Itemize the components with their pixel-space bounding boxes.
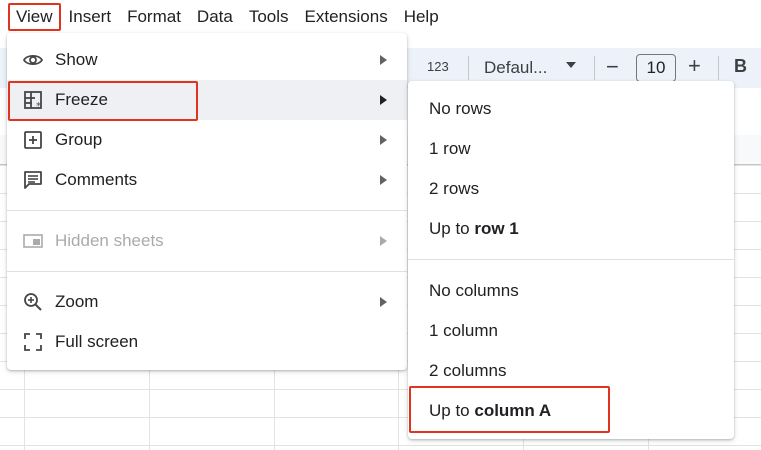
- menu-item-label: Show: [55, 50, 98, 69]
- svg-text:*: *: [36, 101, 41, 111]
- menu-item-label: 2 columns: [429, 361, 507, 380]
- menu-bar: View Insert Format Data Tools Extensions…: [0, 0, 761, 34]
- freeze-no-rows[interactable]: No rows: [408, 89, 734, 129]
- menu-item-label: Group: [55, 130, 103, 149]
- menu-divider: [7, 271, 407, 272]
- fullscreen-icon: [22, 331, 44, 353]
- freeze-1-row[interactable]: 1 row: [408, 129, 734, 169]
- menu-item-label: 2 rows: [429, 179, 480, 198]
- menu-divider: [408, 259, 734, 260]
- menu-item-label: 1 row: [429, 139, 471, 158]
- number-format-button[interactable]: 123: [427, 59, 449, 74]
- view-menu: Show * Freeze Group Comments Hidden shee…: [7, 33, 407, 370]
- chevron-right-icon: [380, 55, 387, 65]
- menu-item-show[interactable]: Show: [7, 40, 407, 80]
- menu-view[interactable]: View: [8, 3, 61, 31]
- menu-item-label: Comments: [55, 170, 138, 189]
- freeze-up-to-row[interactable]: Up to row 1: [408, 209, 734, 249]
- decrease-font-size-button[interactable]: −: [606, 54, 619, 80]
- increase-font-size-button[interactable]: +: [688, 53, 701, 79]
- freeze-1-column[interactable]: 1 column: [408, 311, 734, 351]
- menu-divider: [7, 210, 407, 211]
- zoom-in-icon: [22, 291, 44, 313]
- font-size-input[interactable]: 10: [636, 54, 676, 82]
- menu-item-label: 1 column: [429, 321, 498, 340]
- menu-item-zoom[interactable]: Zoom: [7, 282, 407, 322]
- menu-item-freeze[interactable]: * Freeze: [7, 80, 407, 120]
- chevron-right-icon: [380, 95, 387, 105]
- plus-box-icon: [22, 129, 44, 151]
- menu-item-label: Freeze: [55, 90, 108, 109]
- menu-item-comments[interactable]: Comments: [7, 160, 407, 200]
- freeze-2-columns[interactable]: 2 columns: [408, 351, 734, 391]
- font-select[interactable]: Defaul...: [484, 58, 547, 78]
- eye-icon: [22, 49, 44, 71]
- chevron-right-icon: [380, 135, 387, 145]
- menu-extensions[interactable]: Extensions: [297, 3, 396, 31]
- bold-button[interactable]: B: [734, 56, 747, 77]
- menu-item-full-screen[interactable]: Full screen: [7, 322, 407, 362]
- comment-icon: [22, 169, 44, 191]
- menu-item-label: No rows: [429, 99, 492, 118]
- menu-item-label: Up to column A: [429, 401, 552, 420]
- menu-item-group[interactable]: Group: [7, 120, 407, 160]
- menu-help[interactable]: Help: [396, 3, 447, 31]
- menu-item-hidden-sheets: Hidden sheets: [7, 221, 407, 261]
- toolbar-divider: [594, 56, 595, 80]
- menu-item-label: Full screen: [55, 332, 139, 351]
- toolbar-divider: [468, 56, 469, 80]
- menu-item-label: Zoom: [55, 292, 99, 311]
- freeze-grid-icon: *: [22, 89, 44, 111]
- chevron-right-icon: [380, 297, 387, 307]
- freeze-submenu: No rows 1 row 2 rows Up to row 1 No colu…: [408, 81, 734, 439]
- freeze-no-columns[interactable]: No columns: [408, 271, 734, 311]
- menu-tools[interactable]: Tools: [241, 3, 297, 31]
- menu-item-label: Hidden sheets: [55, 231, 164, 250]
- hidden-sheet-icon: [22, 230, 44, 252]
- menu-item-label: Up to row 1: [429, 219, 519, 238]
- chevron-right-icon: [380, 236, 387, 246]
- menu-insert[interactable]: Insert: [61, 3, 120, 31]
- chevron-right-icon: [380, 175, 387, 185]
- freeze-2-rows[interactable]: 2 rows: [408, 169, 734, 209]
- menu-format[interactable]: Format: [119, 3, 189, 31]
- freeze-up-to-column[interactable]: Up to column A: [408, 391, 734, 431]
- chevron-down-icon[interactable]: [566, 62, 576, 68]
- menu-data[interactable]: Data: [189, 3, 241, 31]
- toolbar-divider: [718, 56, 719, 80]
- menu-item-label: No columns: [429, 281, 519, 300]
